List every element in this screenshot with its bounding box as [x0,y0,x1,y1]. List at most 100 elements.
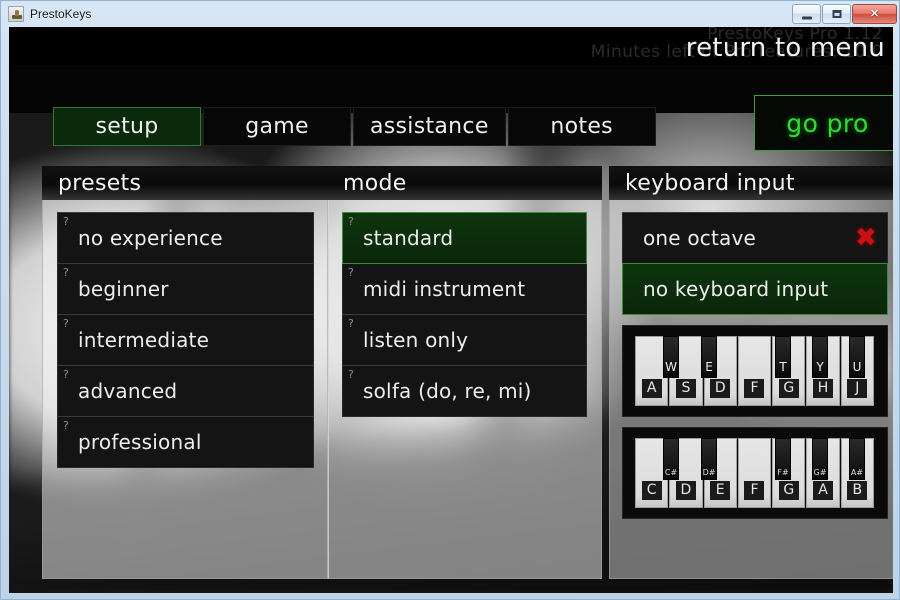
option-label: solfa (do, re, mi) [363,379,532,403]
panel-presets-title: presets [42,166,329,200]
app-icon [8,6,24,22]
option-label: intermediate [78,328,210,352]
black-key-label: G# [813,468,827,477]
panel-keyboard-input-body: one octave ✖ no keyboard input A S D F G… [609,200,893,579]
help-icon[interactable]: ? [348,216,354,227]
help-icon[interactable]: ? [348,267,354,278]
preset-option-professional[interactable]: ? professional [57,416,314,468]
panel-presets-body: ? no experience ? beginner ? intermediat… [42,200,329,579]
go-pro-button[interactable]: go pro [754,95,893,151]
white-key-label: D [710,379,731,398]
panel-mode-body: ? standard ? midi instrument ? listen on… [327,200,602,579]
app-canvas: PrestoKeys Pro 1.12 Minutes left of Pro … [9,27,893,593]
help-icon[interactable]: ? [63,369,69,380]
keyboard-option-no-keyboard-input[interactable]: no keyboard input [622,263,888,315]
keyboard-map-computer-keys: A S D F G H J W E T Y U [622,325,888,417]
preset-option-advanced[interactable]: ? advanced [57,365,314,417]
option-label: standard [363,226,454,250]
piano-black-key[interactable]: G# [812,438,828,480]
piano-diagram: C D E F G A B C# D# F# G# A# [635,438,875,508]
panel-mode-title: mode [327,166,602,200]
close-button[interactable]: ✕ [852,4,897,24]
piano-white-key[interactable]: F [737,336,772,406]
keyboard-option-one-octave[interactable]: one octave ✖ [622,212,888,264]
preset-option-beginner[interactable]: ? beginner [57,263,314,315]
tab-bar: setup game assistance notes [53,107,658,146]
white-key-label: G [778,481,799,500]
option-label: midi instrument [363,277,526,301]
mode-option-solfa[interactable]: ? solfa (do, re, mi) [342,365,587,417]
white-key-label: E [710,481,731,500]
white-key-label: G [778,379,799,398]
white-key-label: S [675,379,696,398]
window-title: PrestoKeys [30,7,92,21]
keyboard-map-note-names: C D E F G A B C# D# F# G# A# [622,427,888,519]
white-key-label: A [641,379,662,398]
black-key-label: E [705,360,713,374]
help-icon[interactable]: ? [348,369,354,380]
maximize-button[interactable] [822,4,851,24]
piano-black-key[interactable]: D# [701,438,717,480]
preset-option-no-experience[interactable]: ? no experience [57,212,314,264]
black-key-label: D# [702,468,716,477]
help-icon[interactable]: ? [63,318,69,329]
title-bar: PrestoKeys ✕ [1,1,900,27]
panel-mode: mode ? standard ? midi instrument ? list… [327,166,602,579]
piano-black-key[interactable]: T [775,336,791,378]
mode-option-midi-instrument[interactable]: ? midi instrument [342,263,587,315]
option-label: listen only [363,328,469,352]
piano-black-key[interactable]: W [663,336,679,378]
piano-diagram: A S D F G H J W E T Y U [635,336,875,406]
panel-keyboard-input-title: keyboard input [609,166,893,200]
option-label: beginner [78,277,169,301]
minimize-button[interactable] [792,4,821,24]
mode-option-listen-only[interactable]: ? listen only [342,314,587,366]
option-label: professional [78,430,202,454]
panel-presets: presets ? no experience ? beginner ? int… [42,166,329,579]
black-key-label: T [779,360,787,374]
tab-assistance[interactable]: assistance [353,107,506,146]
option-label: no keyboard input [643,277,829,301]
option-label: advanced [78,379,178,403]
black-key-label: Y [816,360,824,374]
option-label: one octave [643,226,757,250]
piano-black-key[interactable]: U [849,336,865,378]
maximize-icon [832,10,841,18]
disabled-x-icon: ✖ [855,223,877,253]
help-icon[interactable]: ? [63,420,69,431]
white-key-label: B [847,481,868,500]
tab-notes[interactable]: notes [507,107,656,146]
piano-black-key[interactable]: A# [849,438,865,480]
white-key-label: F [744,481,765,500]
mode-option-standard[interactable]: ? standard [342,212,587,264]
close-icon: ✕ [869,6,880,21]
window-controls: ✕ [792,4,897,24]
help-icon[interactable]: ? [63,216,69,227]
piano-black-key[interactable]: Y [812,336,828,378]
black-key-label: U [852,360,862,374]
white-key-label: F [744,379,765,398]
piano-white-key[interactable]: F [737,438,772,508]
black-key-label: C# [664,468,678,477]
piano-black-key[interactable]: C# [663,438,679,480]
minimize-icon [801,16,812,20]
piano-black-key[interactable]: F# [775,438,791,480]
tab-game[interactable]: game [203,107,351,146]
black-key-label: A# [850,468,864,477]
panel-keyboard-input: keyboard input one octave ✖ no keyboard … [609,166,893,579]
help-icon[interactable]: ? [348,318,354,329]
help-icon[interactable]: ? [63,267,69,278]
preset-option-intermediate[interactable]: ? intermediate [57,314,314,366]
return-to-menu-button[interactable]: return to menu [686,33,885,63]
black-key-label: F# [777,468,789,477]
white-key-label: H [813,379,834,398]
white-key-label: J [847,379,868,398]
option-label: no experience [78,226,223,250]
top-bar: PrestoKeys Pro 1.12 Minutes left of Pro … [9,27,893,65]
white-key-label: D [675,481,696,500]
black-key-label: W [665,360,677,374]
piano-black-key[interactable]: E [701,336,717,378]
tab-setup[interactable]: setup [53,107,201,146]
white-key-label: C [641,481,662,500]
application-window: PrestoKeys ✕ PrestoKeys Pro 1.12 Minutes… [0,0,900,600]
